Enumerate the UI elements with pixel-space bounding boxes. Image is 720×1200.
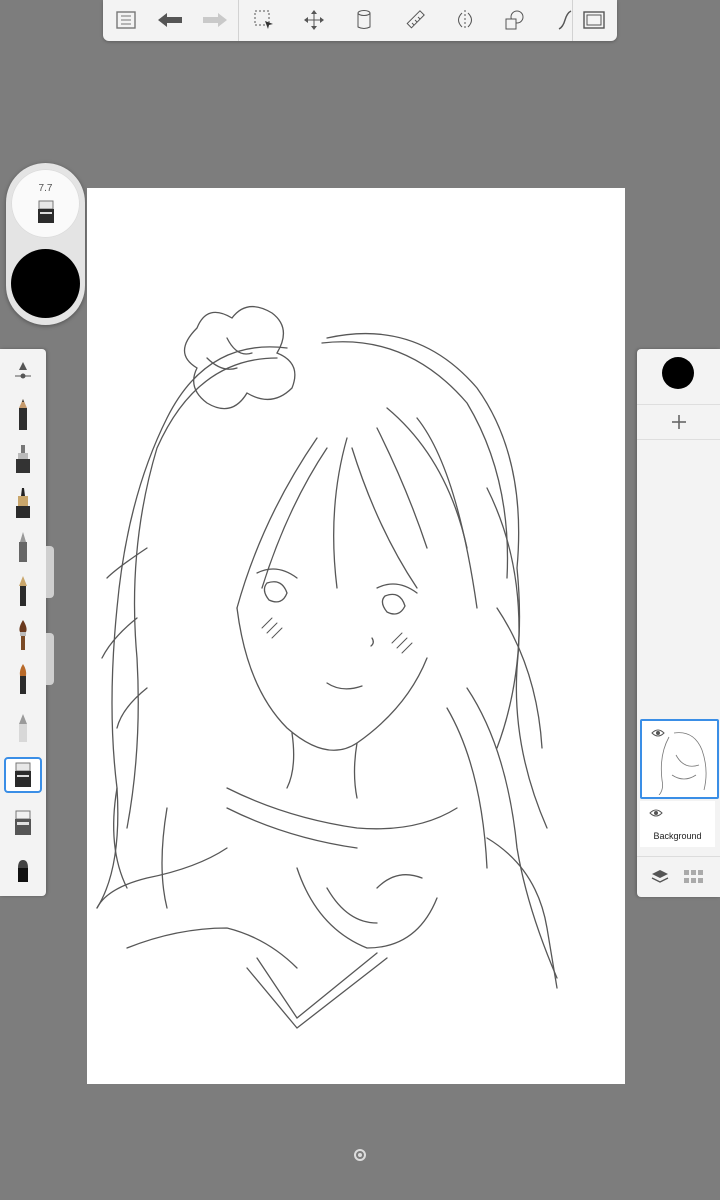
color-swatch[interactable] [11,249,80,318]
visibility-eye-icon[interactable] [649,808,663,818]
layers-stack-icon[interactable] [651,869,669,885]
toolbar-divider [238,0,239,41]
selection-icon[interactable] [249,6,279,34]
brush-size-value: 7.7 [38,183,53,194]
hard-eraser-icon[interactable] [4,805,42,841]
layers-panel: Background [637,349,720,897]
layer-preview [658,732,707,795]
add-layer-button[interactable] [637,404,720,440]
transform-icon[interactable] [299,6,329,34]
fill-icon[interactable] [349,6,379,34]
fountain-pen-icon[interactable] [4,573,42,609]
eraser-icon[interactable] [4,757,42,793]
background-layer-label: Background [653,831,702,841]
sketch-artwork [96,306,558,1029]
drawing-canvas[interactable] [87,188,625,1084]
brush-opacity-slider-handle[interactable] [46,633,54,685]
felt-pen-icon[interactable] [4,485,42,521]
undo-icon[interactable] [155,6,185,34]
pencil-icon[interactable] [4,397,42,433]
symmetry-icon[interactable] [450,6,480,34]
grid-icon[interactable] [683,869,705,885]
brush-size-slider-handle[interactable] [46,546,54,598]
layer-actions [637,856,720,898]
fullscreen-icon[interactable] [579,6,609,34]
paintbrush-icon[interactable] [4,617,42,653]
plus-icon [671,415,686,429]
brush-size-adjust-icon[interactable] [4,353,42,389]
soft-eraser-icon[interactable] [4,853,42,889]
airbrush-icon[interactable] [4,709,42,745]
marker-icon[interactable] [4,441,42,477]
redo-icon[interactable] [200,6,230,34]
background-layer[interactable]: Background [640,801,715,847]
menu-icon[interactable] [111,6,141,34]
layer-color-swatch[interactable] [662,357,694,389]
shape-icon[interactable] [500,6,530,34]
top-toolbar [103,0,617,41]
layer-1-thumbnail[interactable] [640,719,719,799]
brush-puck[interactable]: 7.7 [6,163,85,325]
ruler-icon[interactable] [400,6,430,34]
brush-palette [0,349,46,896]
brush-size-control[interactable]: 7.7 [11,169,80,238]
ink-brush-icon[interactable] [4,661,42,697]
ballpoint-icon[interactable] [4,529,42,565]
canvas-handle-icon[interactable] [354,1149,366,1161]
toolbar-divider [572,0,573,41]
stroke-icon[interactable] [550,6,580,34]
eraser-preview-icon [38,200,54,223]
